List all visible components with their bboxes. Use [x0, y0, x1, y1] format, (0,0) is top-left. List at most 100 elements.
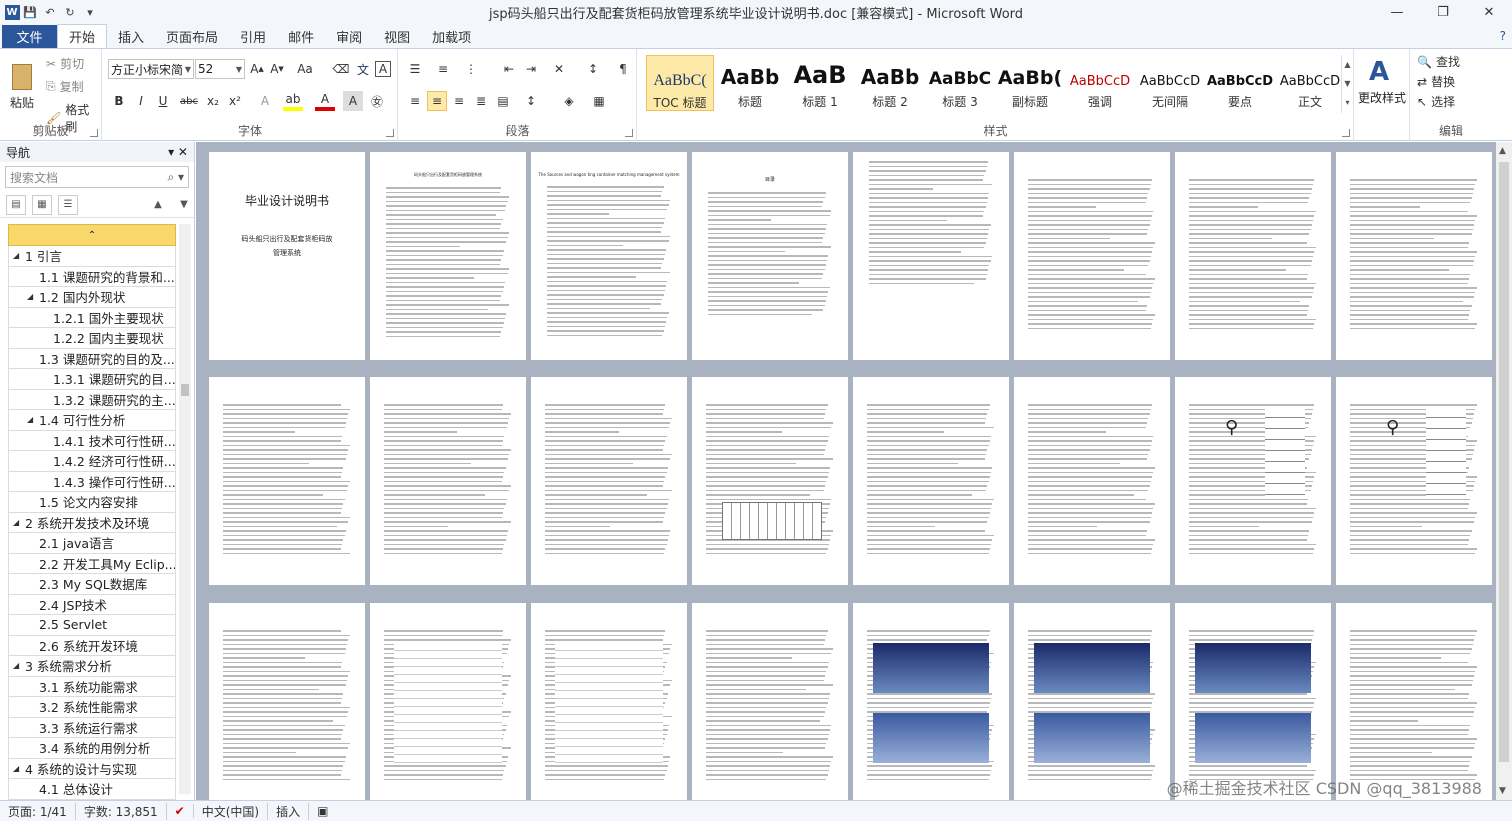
nav-heading-item[interactable]: ◢ 3 系统需求分析: [8, 656, 176, 677]
change-case-icon[interactable]: Aa: [295, 59, 315, 79]
page-thumbnail[interactable]: [692, 377, 848, 585]
nav-heading-item[interactable]: 2.3 My SQL数据库: [8, 574, 176, 595]
nav-heading-item[interactable]: 3.4 系统的用例分析: [8, 738, 176, 759]
word-app-icon[interactable]: W: [4, 5, 20, 21]
change-styles-button[interactable]: A 更改样式: [1355, 49, 1410, 141]
pages-view-icon[interactable]: ▦: [32, 194, 52, 215]
text-effects-icon[interactable]: A: [255, 91, 275, 111]
proofing-icon[interactable]: ✔: [167, 804, 194, 818]
help-icon[interactable]: ?: [1500, 29, 1506, 43]
nav-heading-item[interactable]: 4.1 总体设计: [8, 779, 176, 800]
nav-heading-item[interactable]: 1.1 课题研究的背景和...: [8, 266, 176, 287]
page-thumbnail[interactable]: [853, 377, 1009, 585]
page-thumbnail[interactable]: 毕业设计说明书 码头船只出行及配套货柜码放管理系统: [209, 152, 365, 360]
page-thumbnail[interactable]: [1336, 603, 1492, 800]
nav-up-icon[interactable]: ▲: [148, 195, 168, 215]
font-name-combo[interactable]: 方正小标宋简 ▼: [108, 59, 194, 79]
nav-heading-item[interactable]: 1.5 论文内容安排: [8, 492, 176, 513]
bold-icon[interactable]: B: [109, 91, 129, 111]
nav-heading-item[interactable]: 2.1 java语言: [8, 533, 176, 554]
sort-icon[interactable]: ↕: [583, 59, 603, 79]
tab-home[interactable]: 开始: [57, 24, 108, 48]
highlight-icon[interactable]: ab: [283, 91, 303, 111]
page-thumbnail[interactable]: [692, 603, 848, 800]
align-right-icon[interactable]: ≡: [449, 91, 469, 111]
show-marks-icon[interactable]: ¶: [613, 59, 633, 79]
char-shading-icon[interactable]: A: [343, 91, 363, 111]
expand-arrow-icon[interactable]: ◢: [13, 764, 25, 773]
macro-icon[interactable]: ▣: [309, 804, 336, 818]
page-thumbnail[interactable]: The Sources and wagon ting container mat…: [531, 152, 687, 360]
chinese-layout-icon[interactable]: ✕: [549, 59, 569, 79]
page-thumbnail[interactable]: [531, 603, 687, 800]
clear-format-icon[interactable]: ⌫: [331, 59, 351, 79]
search-input[interactable]: 搜索文档 ⌕ ▾: [5, 166, 189, 188]
increase-indent-icon[interactable]: ⇥: [521, 59, 541, 79]
nav-heading-item[interactable]: ◢ 1.4 可行性分析: [8, 410, 176, 431]
style-strong[interactable]: AaBbCcD 要点: [1206, 55, 1274, 111]
minimize-button[interactable]: —: [1374, 0, 1420, 25]
phonetic-guide-icon[interactable]: 文: [353, 59, 373, 79]
nav-heading-item[interactable]: 1.3.1 课题研究的目...: [8, 369, 176, 390]
distributed-icon[interactable]: ▤: [493, 91, 513, 111]
font-size-combo[interactable]: 52 ▼: [195, 59, 245, 79]
expand-arrow-icon[interactable]: ◢: [27, 415, 39, 424]
align-left-icon[interactable]: ≡: [405, 91, 425, 111]
numbering-icon[interactable]: ≡: [433, 59, 453, 79]
results-view-icon[interactable]: ☰: [58, 194, 78, 215]
shading-icon[interactable]: ◈: [559, 91, 579, 111]
styles-launcher-icon[interactable]: [1342, 129, 1350, 137]
strikethrough-icon[interactable]: abc: [179, 91, 199, 111]
page-thumbnail[interactable]: [1175, 603, 1331, 800]
grow-font-icon[interactable]: A ▲: [247, 59, 267, 79]
expand-arrow-icon[interactable]: ◢: [13, 251, 25, 260]
nav-heading-item[interactable]: 1.2.2 国内主要现状: [8, 328, 176, 349]
copy-button[interactable]: ⎘ 复制: [46, 78, 84, 95]
nav-top-item[interactable]: ⌃: [8, 224, 176, 246]
tab-review[interactable]: 审阅: [325, 25, 373, 48]
maximize-button[interactable]: ❐: [1420, 0, 1466, 25]
search-icon[interactable]: ⌕ ▾: [167, 170, 184, 185]
style-title[interactable]: AaBb 标题: [716, 55, 784, 111]
enclose-char-icon[interactable]: ㊛: [367, 91, 387, 111]
superscript-icon[interactable]: x²: [225, 91, 245, 111]
page-thumbnail[interactable]: [853, 603, 1009, 800]
nav-heading-item[interactable]: 1.3.2 课题研究的主...: [8, 389, 176, 410]
nav-heading-item[interactable]: 1.2.1 国外主要现状: [8, 307, 176, 328]
page-thumbnail[interactable]: 码头船只出行及配套货柜码放管理系统: [370, 152, 526, 360]
underline-icon[interactable]: U: [153, 91, 173, 111]
style-heading-2[interactable]: AaBb 标题 2: [856, 55, 924, 111]
word-count[interactable]: 字数: 13,851: [76, 802, 167, 820]
multilevel-list-icon[interactable]: ⋮: [461, 59, 481, 79]
nav-heading-item[interactable]: 2.5 Servlet: [8, 615, 176, 636]
style-subtitle[interactable]: AaBb(副标题: [996, 55, 1064, 111]
document-area[interactable]: 毕业设计说明书 码头船只出行及配套货柜码放管理系统 码头船只出行及配套货柜码放管理系…: [196, 142, 1496, 800]
char-border-icon[interactable]: A: [375, 61, 391, 77]
nav-heading-item[interactable]: 3.2 系统性能需求: [8, 697, 176, 718]
vertical-scrollbar[interactable]: ▲ ▼: [1496, 142, 1512, 800]
page-thumbnail[interactable]: [853, 152, 1009, 360]
tab-addins[interactable]: 加载项: [421, 25, 482, 48]
align-center-icon[interactable]: ≡: [427, 91, 447, 111]
save-icon[interactable]: 💾: [20, 4, 40, 22]
nav-heading-item[interactable]: ◢ 2 系统开发技术及环境: [8, 512, 176, 533]
tab-view[interactable]: 视图: [373, 25, 421, 48]
font-launcher-icon[interactable]: [386, 129, 394, 137]
nav-heading-item[interactable]: 1.4.1 技术可行性研...: [8, 430, 176, 451]
tab-mailings[interactable]: 邮件: [277, 25, 325, 48]
nav-heading-item[interactable]: 1.4.2 经济可行性研...: [8, 451, 176, 472]
nav-heading-item[interactable]: 2.2 开发工具My Eclip...: [8, 553, 176, 574]
page-thumbnail[interactable]: [209, 603, 365, 800]
page-thumbnail[interactable]: [531, 377, 687, 585]
justify-icon[interactable]: ≣: [471, 91, 491, 111]
style-heading-3[interactable]: AaBbC 标题 3: [926, 55, 994, 111]
page-thumbnail[interactable]: [370, 603, 526, 800]
nav-heading-item[interactable]: 2.4 JSP技术: [8, 594, 176, 615]
close-button[interactable]: ✕: [1466, 0, 1512, 25]
line-spacing-icon[interactable]: ↕: [521, 91, 541, 111]
page-thumbnail[interactable]: [370, 377, 526, 585]
style-emphasis[interactable]: AaBbCcD 强调: [1066, 55, 1134, 111]
subscript-icon[interactable]: x₂: [203, 91, 223, 111]
customize-toolbar-icon[interactable]: ▾: [80, 4, 100, 22]
nav-heading-item[interactable]: 1.4.3 操作可行性研...: [8, 471, 176, 492]
